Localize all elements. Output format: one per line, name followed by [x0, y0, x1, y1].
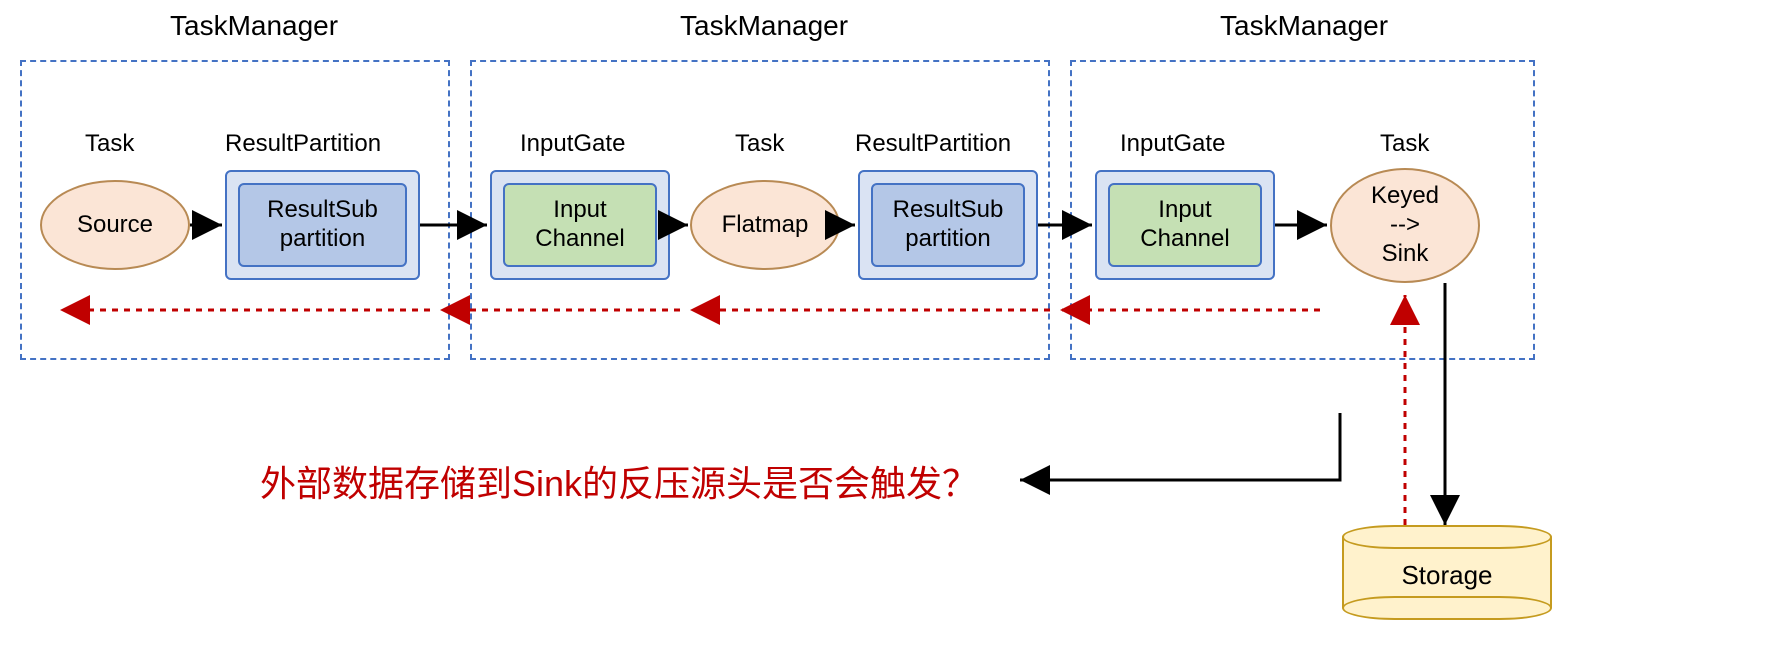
storage-label: Storage — [1342, 531, 1552, 620]
tm2-result-subpartition: ResultSubpartition — [871, 183, 1026, 268]
tm3-task-label: Task — [1380, 130, 1429, 158]
sink-task: Keyed-->Sink — [1330, 168, 1480, 283]
tm2-task-label: Task — [735, 130, 784, 158]
tm3-input-gate: InputChannel — [1095, 170, 1275, 280]
tm1-rp-label: ResultPartition — [225, 130, 381, 158]
storage-cylinder: Storage — [1342, 525, 1552, 620]
tm1-title: TaskManager — [170, 10, 338, 42]
tm3-ig-label: InputGate — [1120, 130, 1225, 158]
tm2-rp-label: ResultPartition — [855, 130, 1011, 158]
tm2-title: TaskManager — [680, 10, 848, 42]
tm2-input-gate: InputChannel — [490, 170, 670, 280]
source-task: Source — [40, 180, 190, 270]
tm2-result-partition: ResultSubpartition — [858, 170, 1038, 280]
arrow-question-pointer — [1020, 413, 1340, 480]
tm1-result-subpartition: ResultSubpartition — [238, 183, 406, 268]
tm2-input-channel: InputChannel — [503, 183, 658, 268]
tm3-input-channel: InputChannel — [1108, 183, 1263, 268]
tm1-result-partition: ResultSubpartition — [225, 170, 420, 280]
tm3-title: TaskManager — [1220, 10, 1388, 42]
tm1-task-label: Task — [85, 130, 134, 158]
question-text: 外部数据存储到Sink的反压源头是否会触发？ — [260, 455, 978, 507]
tm2-ig-label: InputGate — [520, 130, 625, 158]
flatmap-task: Flatmap — [690, 180, 840, 270]
